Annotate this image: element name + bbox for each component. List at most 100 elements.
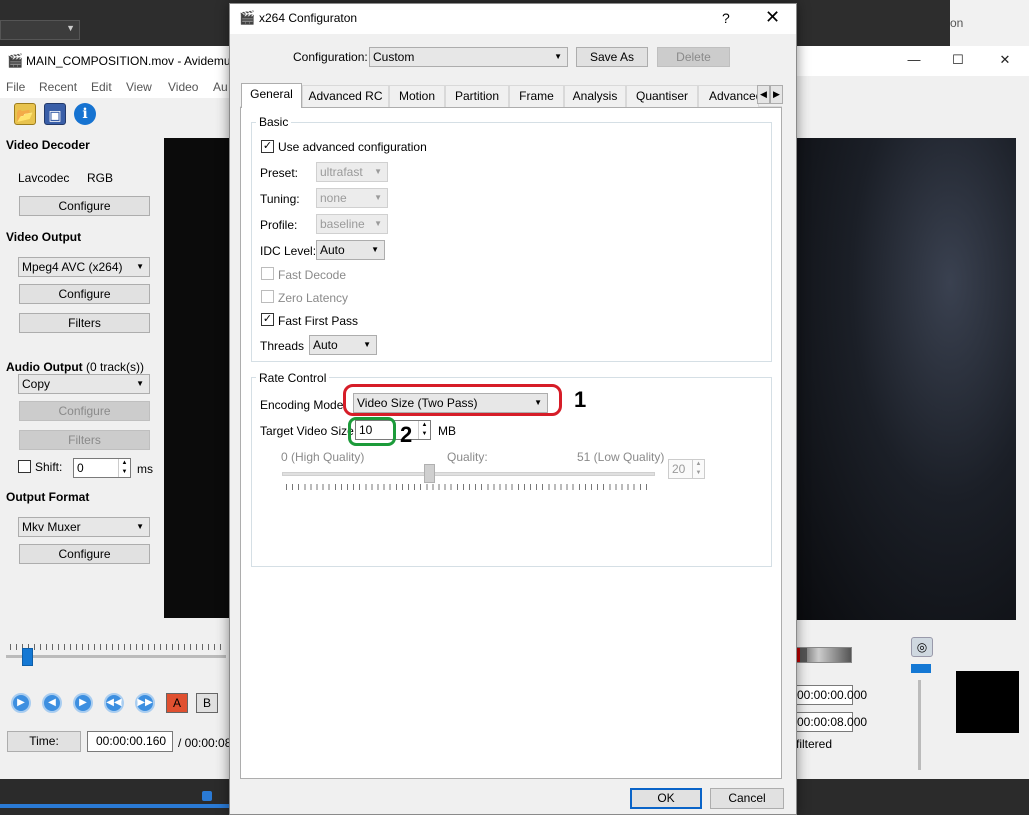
tuning-select[interactable]: none ▼: [316, 188, 388, 208]
total-duration: / 00:00:08: [178, 736, 232, 750]
maximize-icon[interactable]: ☐: [948, 52, 968, 70]
audio-filters-button[interactable]: Filters: [19, 430, 150, 450]
minimize-icon[interactable]: —: [904, 52, 924, 70]
muxer-configure-button[interactable]: Configure: [19, 544, 150, 564]
tab-advanced-rc[interactable]: Advanced RC: [302, 85, 389, 107]
selection-a-field[interactable]: 00:00:00.000: [796, 685, 867, 705]
chevron-down-icon: ▼: [136, 379, 144, 388]
spinner-arrows-icon[interactable]: ▲ ▼: [418, 421, 430, 439]
tab-quantiser[interactable]: Quantiser: [626, 85, 698, 107]
current-time-field[interactable]: 00:00:00.160: [87, 731, 173, 752]
cancel-button[interactable]: Cancel: [710, 788, 784, 809]
muxer-select[interactable]: Mkv Muxer ▼: [18, 517, 150, 537]
open-folder-icon[interactable]: 📂: [14, 103, 36, 125]
play-icon[interactable]: ▶: [11, 693, 31, 713]
volume-slider-handle[interactable]: [911, 664, 931, 673]
chevron-down-icon: ▼: [136, 522, 144, 531]
save-disk-icon[interactable]: ▣: [44, 103, 66, 125]
video-configure-button[interactable]: Configure: [19, 284, 150, 304]
timeline-ticks: [10, 644, 226, 650]
background-window-fragment: on: [950, 16, 964, 30]
tab-scroll-left-icon[interactable]: ◀: [757, 85, 770, 104]
volume-slider-track[interactable]: [918, 680, 921, 770]
shift-checkbox[interactable]: [18, 460, 31, 473]
tab-advanced[interactable]: Advanced: [698, 85, 759, 107]
next-frame-icon[interactable]: ▶: [73, 693, 93, 713]
quality-slider-track[interactable]: [282, 472, 655, 476]
quality-slider-handle[interactable]: [424, 464, 435, 483]
close-icon[interactable]: ✕: [765, 7, 780, 28]
tab-analysis[interactable]: Analysis: [564, 85, 626, 107]
save-as-button[interactable]: Save As: [576, 47, 648, 67]
tab-general[interactable]: General: [241, 83, 302, 108]
ok-button[interactable]: OK: [630, 788, 702, 809]
threads-value: Auto: [313, 338, 338, 352]
next-keyframe-icon[interactable]: ▶▶: [135, 693, 155, 713]
background-dropdown[interactable]: ▼: [0, 20, 80, 40]
info-icon[interactable]: i: [74, 103, 96, 125]
audio-codec-select[interactable]: Copy ▼: [18, 374, 150, 394]
use-advanced-checkbox[interactable]: ✓: [261, 140, 274, 153]
video-codec-value: Mpeg4 AVC (x264): [22, 260, 123, 274]
threads-label: Threads: [260, 339, 305, 353]
video-preview-right: [796, 138, 1016, 620]
previous-keyframe-icon[interactable]: ◀◀: [104, 693, 124, 713]
tab-frame[interactable]: Frame: [509, 85, 564, 107]
decoder-configure-button[interactable]: Configure: [19, 196, 150, 216]
idc-level-select[interactable]: Auto ▼: [316, 240, 385, 260]
spinner-arrows-icon[interactable]: ▲ ▼: [118, 459, 130, 477]
delete-button[interactable]: Delete: [657, 47, 730, 67]
tuning-value: none: [320, 191, 347, 205]
decoder-format: RGB: [87, 171, 114, 185]
profile-select[interactable]: baseline ▼: [316, 214, 388, 234]
configuration-value: Custom: [373, 50, 415, 64]
time-button[interactable]: Time:: [7, 731, 81, 752]
preset-select[interactable]: ultrafast ▼: [316, 162, 388, 182]
shift-input[interactable]: 0 ▲ ▼: [73, 458, 131, 478]
close-icon[interactable]: ✕: [995, 52, 1015, 70]
tab-scroll-right-icon[interactable]: ▶: [770, 85, 783, 104]
idc-level-value: Auto: [320, 243, 345, 257]
threads-select[interactable]: Auto ▼: [309, 335, 377, 355]
fast-first-pass-checkbox[interactable]: ✓: [261, 313, 274, 326]
timeline-slider-handle[interactable]: [22, 648, 33, 666]
set-marker-a-button[interactable]: A: [166, 693, 188, 713]
video-decoder-title: Video Decoder: [6, 138, 90, 152]
shift-unit: ms: [137, 462, 153, 476]
menu-edit[interactable]: Edit: [91, 80, 112, 94]
annotation-number-1: 1: [574, 387, 587, 412]
timeline-track[interactable]: [6, 655, 226, 658]
selection-b-field[interactable]: 00:00:08.000: [796, 712, 867, 732]
quality-value-input[interactable]: 20 ▲ ▼: [668, 459, 705, 479]
target-size-unit: MB: [438, 424, 456, 438]
video-thumbnail: [956, 671, 1019, 733]
rate-control-title: Rate Control: [256, 371, 330, 385]
set-marker-b-button[interactable]: B: [196, 693, 218, 713]
tab-motion[interactable]: Motion: [389, 85, 445, 107]
zero-latency-checkbox[interactable]: [261, 290, 274, 303]
spinner-arrows-icon[interactable]: ▲ ▼: [692, 460, 704, 478]
shift-label: Shift:: [35, 460, 63, 474]
video-filters-button[interactable]: Filters: [19, 313, 150, 333]
menu-file[interactable]: File: [6, 80, 25, 94]
fast-decode-checkbox[interactable]: [261, 267, 274, 280]
menu-video[interactable]: Video: [168, 80, 198, 94]
encoding-mode-label: Encoding Mode:: [260, 398, 347, 412]
tab-partition[interactable]: Partition: [445, 85, 509, 107]
volume-knob-icon[interactable]: ◎: [911, 637, 933, 657]
previous-frame-icon[interactable]: ◀: [42, 693, 62, 713]
quality-slider-ticks: [286, 484, 652, 490]
menu-recent[interactable]: Recent: [39, 80, 77, 94]
help-icon[interactable]: ?: [722, 10, 730, 26]
video-preview-left: [164, 138, 234, 618]
menu-view[interactable]: View: [126, 80, 152, 94]
chevron-down-icon: ▼: [371, 245, 379, 254]
chevron-down-icon: ▼: [374, 167, 382, 176]
menu-audio[interactable]: Au: [213, 80, 228, 94]
configuration-select[interactable]: Custom ▼: [369, 47, 568, 67]
quality-low-label: 51 (Low Quality): [577, 450, 665, 464]
video-codec-select[interactable]: Mpeg4 AVC (x264) ▼: [18, 257, 150, 277]
decoder-name: Lavcodec: [18, 171, 70, 185]
volume-meter: [796, 647, 852, 663]
audio-configure-button[interactable]: Configure: [19, 401, 150, 421]
